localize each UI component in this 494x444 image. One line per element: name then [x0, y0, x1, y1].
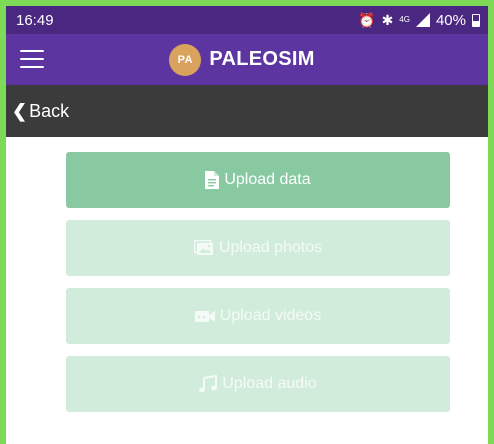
logo: PA — [169, 43, 202, 76]
chevron-left-icon: ❮ — [12, 100, 28, 121]
bluetooth-icon: ✱ — [381, 12, 394, 28]
network-type-icon: 4G — [399, 15, 410, 24]
menu-icon[interactable] — [20, 50, 44, 68]
upload-actions: Upload data Upload photos Upload videos … — [6, 137, 488, 412]
battery-icon — [472, 13, 480, 27]
music-note-icon — [199, 375, 218, 393]
upload-photos-button[interactable]: Upload photos — [66, 220, 450, 276]
upload-data-label: Upload data — [224, 171, 311, 188]
upload-audio-button[interactable]: Upload audio — [66, 356, 450, 412]
signal-icon — [415, 13, 430, 27]
status-bar: 16:49 ⏰ ✱ 4G 40% — [6, 6, 488, 34]
document-icon — [205, 171, 220, 189]
alarm-icon: ⏰ — [358, 12, 376, 28]
back-button[interactable]: ❮ Back — [6, 85, 488, 137]
upload-videos-button[interactable]: Upload videos — [66, 288, 450, 344]
upload-data-button[interactable]: Upload data — [66, 152, 450, 208]
upload-audio-label: Upload audio — [222, 375, 317, 392]
video-camera-icon — [194, 309, 215, 323]
brand: PA PALEOSIM — [169, 43, 315, 76]
status-time: 16:49 — [16, 11, 54, 29]
app-bar: PA PALEOSIM — [6, 34, 488, 85]
app-screen: 16:49 ⏰ ✱ 4G 40% PA PALEOSIM ❮ Back Uplo… — [6, 6, 488, 444]
upload-videos-label: Upload videos — [219, 307, 322, 324]
app-title: PALEOSIM — [209, 48, 315, 70]
photos-icon — [193, 240, 214, 256]
upload-photos-label: Upload photos — [218, 239, 323, 256]
battery-percent: 40% — [435, 11, 466, 29]
back-label: Back — [29, 100, 70, 121]
status-icons: ⏰ ✱ 4G 40% — [358, 12, 480, 29]
